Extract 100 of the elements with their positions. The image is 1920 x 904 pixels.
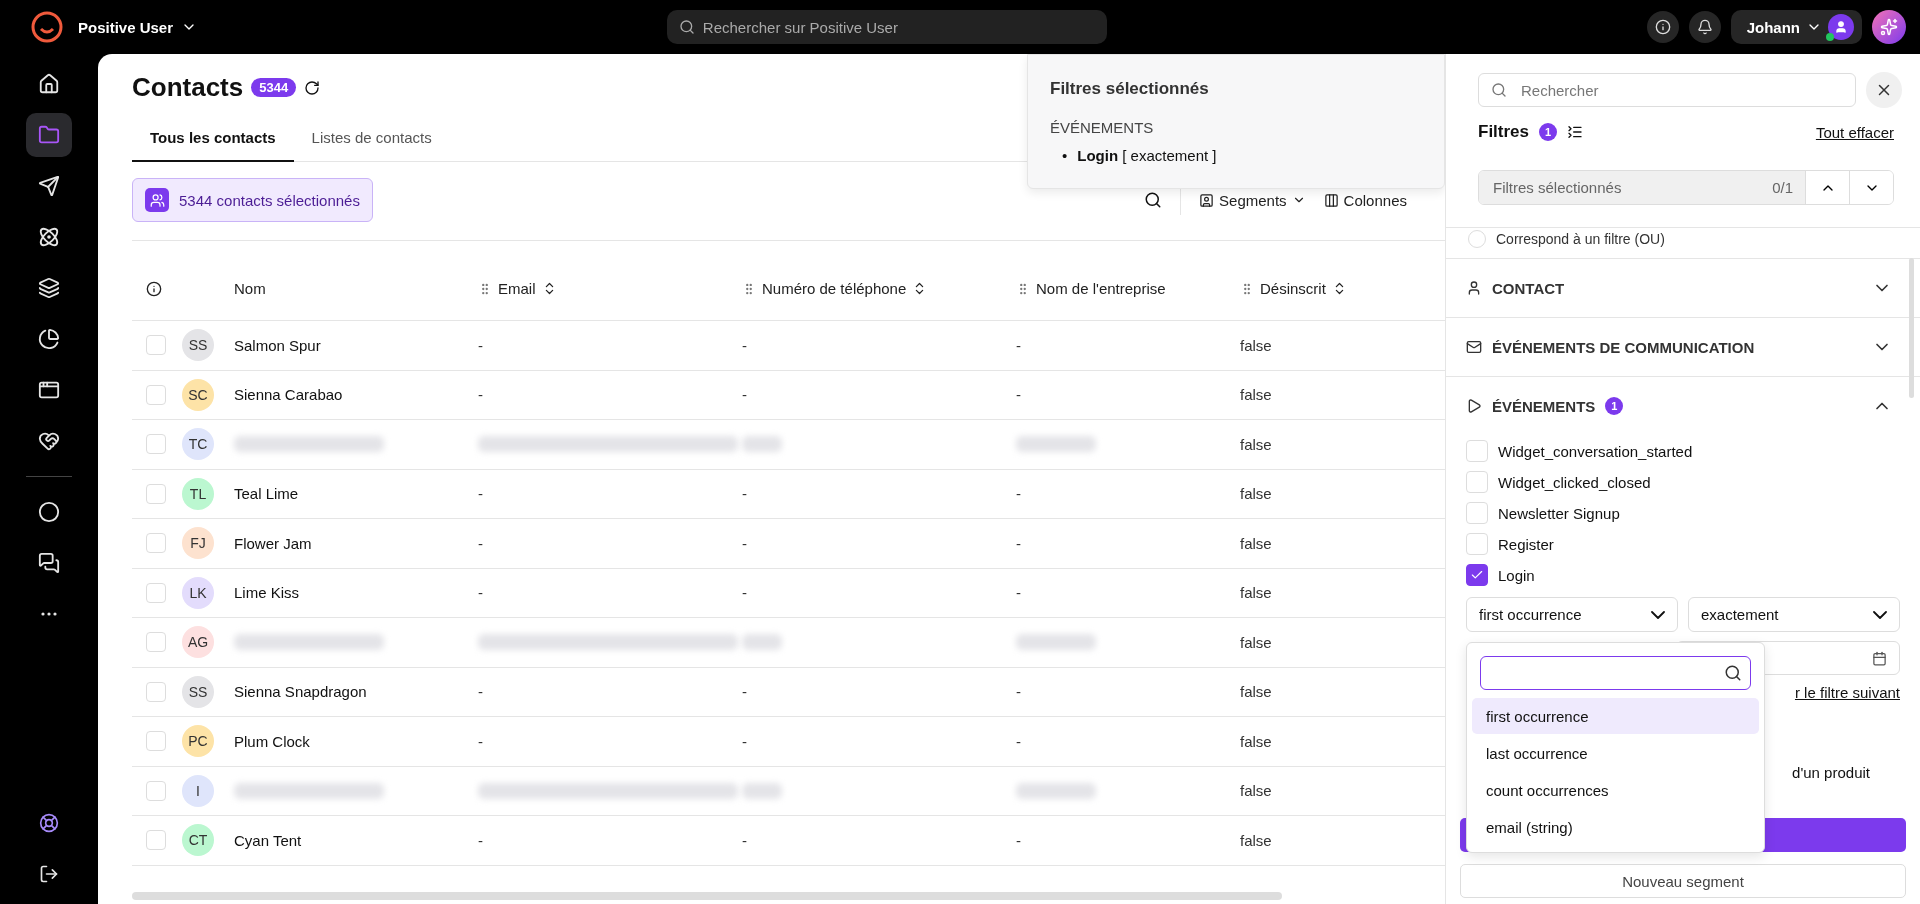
tab[interactable]: Listes de contacts [293,117,450,162]
mail-icon [1466,339,1482,355]
option-label: Newsletter Signup [1498,504,1620,522]
phone-cell-text: - [742,584,748,602]
search-placeholder: Rechercher sur Positive User [702,18,898,36]
email-cell-text: - [478,584,484,602]
row-checkbox[interactable] [146,632,166,653]
new-segment-button[interactable]: Nouveau segment [1460,864,1906,898]
name-cell-text: Sienna Carabao [234,386,344,404]
selection-count: 5344 contacts sélectionnés [179,191,360,209]
avatar: SS [182,329,214,362]
sparkles-icon [1880,18,1898,36]
segments-button[interactable]: Segments [1199,191,1306,209]
search-field[interactable]: Rechercher sur Positive User [666,10,1107,44]
radio-label: Correspond à un filtre (OU) [1496,231,1665,247]
name-cell-text: Sienna Snapdragon [234,683,368,701]
next-filter-link[interactable]: r le filtre suivant [1794,684,1900,701]
workspace-name[interactable]: Positive User [78,18,174,36]
clear-all-link[interactable]: Tout effacer [1815,123,1894,141]
email-cell-text: - [478,683,484,701]
unsubscribed-cell-text: false [1240,683,1273,701]
column-header[interactable]: Désinscrit [1260,280,1326,297]
count-badge: 5344 [251,78,297,97]
checkbox[interactable] [1466,564,1488,586]
columns-button[interactable]: Colonnes [1323,191,1407,209]
row-checkbox[interactable] [146,533,166,554]
users-icon [145,188,169,212]
close-button[interactable] [1866,72,1902,108]
circle-icon [38,501,60,523]
page-title: Contacts [132,72,244,103]
email-cell-text: - [478,485,484,503]
phone-cell-text: - [742,683,748,701]
row-checkbox[interactable] [146,434,166,455]
blurred-phone [742,436,782,453]
search-icon [1491,82,1507,98]
row-checkbox[interactable] [146,483,166,504]
phone-cell-text: - [742,336,748,354]
popover-title: Filtres sélectionnés [1050,79,1210,99]
dropdown-option[interactable]: first occurrence [1472,698,1759,734]
unsubscribed-cell-text: false [1240,831,1273,849]
option-label: Widget_clicked_closed [1498,473,1651,491]
column-header[interactable]: Email [498,280,536,297]
operator-select[interactable]: exactement [1688,597,1900,632]
unsubscribed-cell-text: false [1240,386,1273,404]
columns-icon [1323,192,1339,208]
chat-icon [38,552,60,574]
calendar-icon [1872,650,1887,666]
dropdown-search-field[interactable] [1480,656,1751,690]
product-text: d'un produit [1792,764,1870,781]
column-header[interactable]: Nom de l'entreprise [1036,280,1166,297]
collapse-list-icon[interactable] [1567,124,1584,140]
count-badge: 1 [1605,397,1624,415]
search-icon [678,19,695,35]
avatar: FJ [182,527,214,560]
tab[interactable]: Tous les contacts [132,117,294,162]
navigator-position: 0/1 [1760,171,1805,204]
unsubscribed-cell-text: false [1240,435,1273,453]
company-cell-text: - [1016,386,1022,404]
property-select[interactable]: first occurrence [1466,597,1678,632]
phone-cell-text: - [742,534,748,552]
search-icon [1724,664,1742,682]
email-cell-text: - [478,534,484,552]
blurred-phone [742,634,782,651]
info-icon [1654,19,1671,35]
vertical-scrollbar[interactable] [1909,258,1914,398]
name-cell-text: Cyan Tent [234,831,303,849]
column-header[interactable]: Numéro de téléphone [762,280,907,297]
unsubscribed-cell-text: false [1240,336,1273,354]
folder-icon [38,124,60,146]
row-checkbox[interactable] [146,830,166,851]
unsubscribed-cell-text: false [1240,782,1273,800]
row-checkbox[interactable] [146,335,166,356]
more-icon [41,612,57,616]
notifications-button[interactable] [1688,11,1721,43]
row-checkbox[interactable] [146,384,166,405]
atom-icon [38,226,60,248]
info-button[interactable] [1646,11,1679,43]
row-checkbox[interactable] [146,731,166,752]
bell-icon [1696,19,1713,35]
avatar: TL [182,477,214,510]
row-checkbox[interactable] [146,780,166,801]
check-icon [1470,568,1484,582]
search-icon[interactable] [1144,191,1163,209]
phone-cell-text: - [742,831,748,849]
horizontal-scrollbar[interactable] [132,891,1282,900]
filter-summary: Login [ exactement ] [1077,146,1217,166]
column-header[interactable]: Nom [234,280,266,297]
refresh-icon[interactable] [304,79,321,96]
filter-search-field[interactable]: Rechercher [1478,73,1856,107]
row-checkbox[interactable] [146,681,166,702]
phone-cell-text: - [742,732,748,750]
folder-button[interactable] [26,113,72,157]
filters-title: Filtres [1478,122,1530,142]
user-menu-button[interactable]: Johann [1730,10,1862,44]
logout-icon [39,864,59,884]
search-placeholder: Rechercher [1521,81,1599,99]
avatar: SC [182,378,214,411]
row-checkbox[interactable] [146,582,166,603]
assistant-button[interactable] [1872,10,1906,44]
chevron-down-icon [1651,610,1665,619]
